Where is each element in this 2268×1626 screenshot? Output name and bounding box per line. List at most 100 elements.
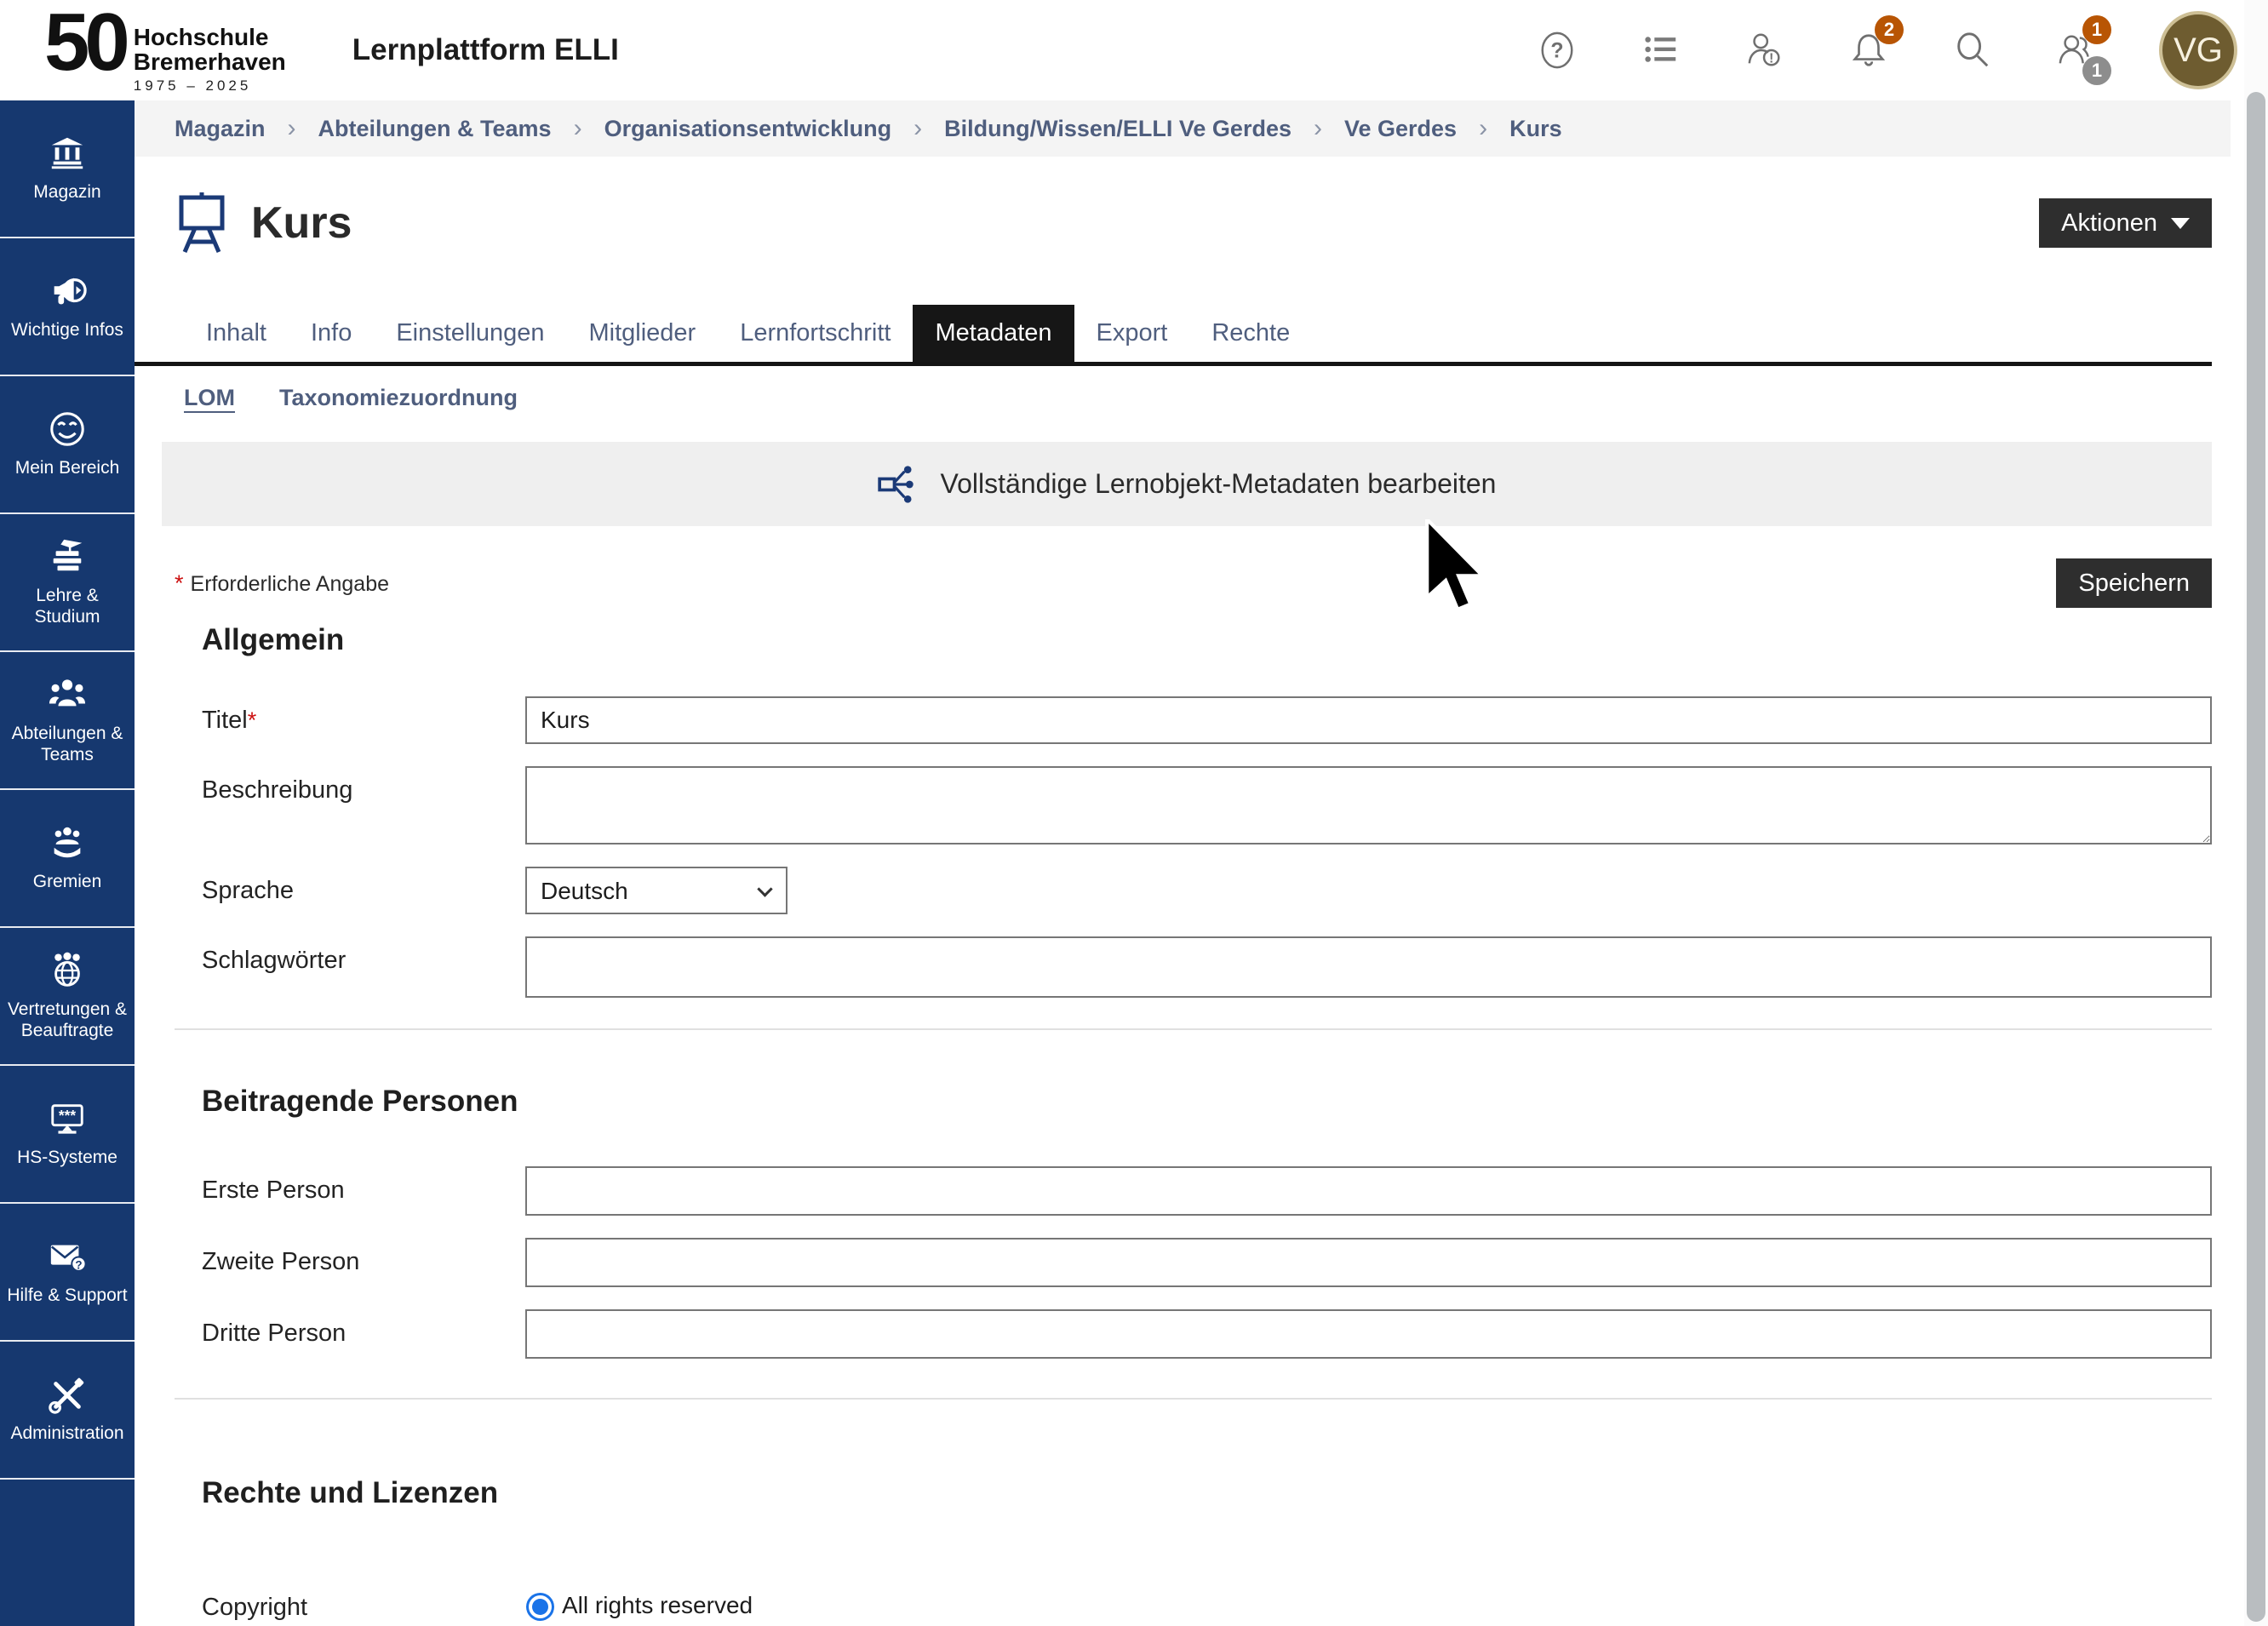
breadcrumb-item[interactable]: Bildung/Wissen/ELLI Ve Gerdes	[891, 114, 1292, 143]
sidebar-item-hs-systeme[interactable]: *** HS-Systeme	[0, 1066, 135, 1204]
field-label-dritte-person: Dritte Person	[175, 1309, 525, 1348]
sidebar-item-abteilungen-teams[interactable]: Abteilungen & Teams	[0, 652, 135, 790]
tab-mitglieder[interactable]: Mitglieder	[566, 305, 718, 362]
field-label-erste-person: Erste Person	[175, 1166, 525, 1205]
form-row-copyright: Copyright All rights reserved	[175, 1592, 2212, 1622]
section-divider	[175, 1028, 2212, 1030]
logo-line1: Hochschule	[134, 24, 269, 50]
tools-icon	[48, 1375, 87, 1414]
logo-line2: Bremerhaven	[134, 49, 286, 75]
titel-input[interactable]	[525, 696, 2212, 744]
vertical-scrollbar[interactable]	[2244, 0, 2268, 1626]
chevron-down-icon	[2171, 218, 2190, 229]
field-label-copyright: Copyright	[175, 1592, 525, 1622]
breadcrumb: Magazin Abteilungen & Teams Organisation…	[135, 100, 2231, 157]
user-status-icon[interactable]: !	[1744, 29, 1786, 72]
books-graduation-icon	[48, 537, 87, 576]
form-header: *Erforderliche Angabe Speichern	[175, 558, 2212, 608]
header-toolbar: ? !	[1536, 11, 2237, 89]
people-group-icon	[48, 675, 87, 714]
main-area: Magazin Abteilungen & Teams Organisation…	[135, 100, 2231, 1626]
sidebar-item-wichtige-infos[interactable]: Wichtige Infos	[0, 238, 135, 376]
required-asterisk: *	[248, 707, 257, 733]
form-row-dritte-person: Dritte Person	[175, 1309, 2212, 1359]
sidebar-item-magazin[interactable]: Magazin	[0, 100, 135, 238]
app-screen: 50 Hochschule Bremerhaven 1975 – 2025 Le…	[0, 0, 2268, 1626]
task-list-icon[interactable]	[1640, 29, 1682, 72]
svg-text:***: ***	[59, 1107, 76, 1124]
schlagwoerter-input[interactable]	[525, 936, 2212, 998]
help-icon[interactable]: ?	[1536, 29, 1578, 72]
sidebar-item-vertretungen[interactable]: Vertretungen & Beauftragte	[0, 928, 135, 1066]
contacts-icon[interactable]: 1 1	[2055, 29, 2098, 72]
breadcrumb-item[interactable]: Ve Gerdes	[1292, 114, 1457, 143]
svg-text:?: ?	[75, 1259, 82, 1272]
section-title-beitragende: Beitragende Personen	[175, 1085, 2212, 1119]
contacts-badge-new: 1	[2082, 15, 2111, 44]
subtab-taxonomiezuordnung[interactable]: Taxonomiezuordnung	[279, 385, 518, 411]
sidebar-item-mein-bereich[interactable]: Mein Bereich	[0, 376, 135, 514]
sprache-select[interactable]: Deutsch	[525, 867, 788, 914]
actions-button[interactable]: Aktionen	[2039, 198, 2212, 248]
copyright-option-label: All rights reserved	[562, 1592, 753, 1619]
university-logo[interactable]: 50 Hochschule Bremerhaven 1975 – 2025	[44, 6, 286, 95]
section-title-allgemein: Allgemein	[175, 623, 2212, 657]
sidebar-item-hilfe-support[interactable]: ? Hilfe & Support	[0, 1204, 135, 1342]
section-title-rechte: Rechte und Lizenzen	[175, 1476, 2212, 1510]
logo-years: 1975 – 2025	[134, 77, 286, 94]
sidebar-item-gremien[interactable]: Gremien	[0, 790, 135, 928]
sidebar-item-lehre-studium[interactable]: Lehre & Studium	[0, 514, 135, 652]
app-title: Lernplattform ELLI	[352, 33, 619, 67]
tab-bar: Inhalt Info Einstellungen Mitglieder Ler…	[135, 305, 2212, 366]
user-avatar[interactable]: VG	[2159, 11, 2237, 89]
globe-people-icon	[48, 951, 87, 990]
field-label-schlagwoerter: Schlagwörter	[175, 936, 525, 975]
sidebar-item-administration[interactable]: Administration	[0, 1342, 135, 1480]
bank-icon	[48, 134, 87, 173]
tab-inhalt[interactable]: Inhalt	[184, 305, 289, 362]
notifications-badge: 2	[1875, 15, 1904, 44]
dritte-person-input[interactable]	[525, 1309, 2212, 1359]
required-hint: *Erforderliche Angabe	[175, 570, 389, 597]
form-row-erste-person: Erste Person	[175, 1166, 2212, 1216]
megaphone-icon	[48, 272, 87, 311]
tab-lernfortschritt[interactable]: Lernfortschritt	[718, 305, 913, 362]
smiley-icon	[48, 409, 87, 449]
notifications-bell-icon[interactable]: 2	[1847, 29, 1890, 72]
page-header: Kurs Aktionen	[175, 191, 2212, 255]
subtab-lom[interactable]: LOM	[184, 385, 235, 411]
field-label-zweite-person: Zweite Person	[175, 1238, 525, 1276]
tab-metadaten[interactable]: Metadaten	[913, 305, 1074, 362]
required-asterisk: *	[175, 570, 184, 596]
logo-anniversary-number: 50	[44, 6, 125, 79]
tab-info[interactable]: Info	[289, 305, 374, 362]
metadata-hub-icon	[878, 462, 922, 507]
zweite-person-input[interactable]	[525, 1238, 2212, 1287]
form-row-beschreibung: Beschreibung	[175, 766, 2212, 844]
section-divider	[175, 1398, 2212, 1400]
svg-text:!: !	[1769, 51, 1773, 66]
breadcrumb-item-current: Kurs	[1457, 114, 1562, 143]
search-icon[interactable]	[1951, 29, 1994, 72]
subtab-bar: LOM Taxonomiezuordnung	[175, 385, 2212, 411]
field-label-sprache: Sprache	[175, 867, 525, 905]
beschreibung-textarea[interactable]	[525, 766, 2212, 844]
mail-question-icon: ?	[48, 1237, 87, 1276]
contacts-badge-total: 1	[2082, 56, 2111, 85]
edit-full-metadata-link[interactable]: Vollständige Lernobjekt-Metadaten bearbe…	[162, 442, 2212, 526]
tab-export[interactable]: Export	[1074, 305, 1190, 362]
tab-einstellungen[interactable]: Einstellungen	[374, 305, 566, 362]
breadcrumb-item[interactable]: Abteilungen & Teams	[266, 114, 552, 143]
form-row-sprache: Sprache Deutsch	[175, 867, 2212, 914]
page-content: Kurs Aktionen Inhalt Info Einstellungen …	[135, 191, 2231, 1622]
breadcrumb-item[interactable]: Organisationsentwicklung	[552, 114, 892, 143]
svg-text:?: ?	[1550, 39, 1563, 63]
form-row-schlagwoerter: Schlagwörter	[175, 936, 2212, 998]
tab-rechte[interactable]: Rechte	[1189, 305, 1312, 362]
breadcrumb-item[interactable]: Magazin	[175, 116, 266, 142]
erste-person-input[interactable]	[525, 1166, 2212, 1216]
save-button[interactable]: Speichern	[2056, 558, 2212, 608]
main-sidebar: Magazin Wichtige Infos Mein Bereich	[0, 100, 135, 1626]
scrollbar-thumb[interactable]	[2247, 92, 2265, 1622]
copyright-radio-selected[interactable]	[529, 1595, 552, 1618]
